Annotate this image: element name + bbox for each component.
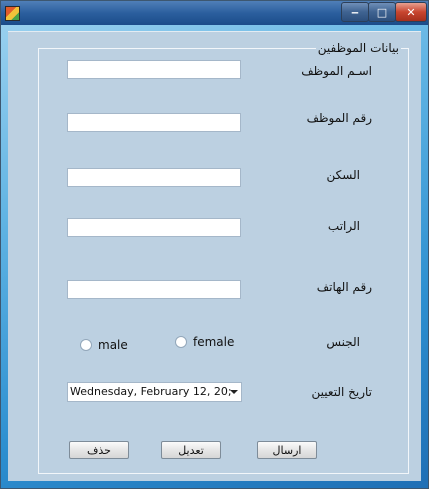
salary-input[interactable] bbox=[67, 218, 241, 237]
gender-label: الجنس bbox=[326, 335, 360, 349]
radio-circle-icon bbox=[80, 339, 92, 351]
maximize-button[interactable]: □ bbox=[368, 2, 396, 22]
employee-number-label: رقم الموظف bbox=[306, 111, 372, 125]
minimize-button[interactable]: ‒ bbox=[341, 2, 369, 22]
employee-name-label: اسـم الموظف bbox=[301, 64, 372, 78]
phone-label: رقم الهاتف bbox=[316, 280, 372, 294]
close-button[interactable]: ✕ bbox=[395, 2, 427, 22]
hire-date-picker[interactable]: Wednesday, February 12, 20; bbox=[67, 382, 242, 402]
employee-number-input[interactable] bbox=[67, 113, 241, 132]
gender-female-radio[interactable]: female bbox=[175, 335, 234, 349]
main-window: ‒ □ ✕ بيانات الموظفين اسـم الموظف رقم ال… bbox=[0, 0, 429, 489]
residence-input[interactable] bbox=[67, 168, 241, 187]
delete-button[interactable]: حذف bbox=[69, 441, 129, 459]
phone-input[interactable] bbox=[67, 280, 241, 299]
gender-female-label: female bbox=[193, 335, 235, 349]
radio-circle-icon bbox=[175, 336, 187, 348]
salary-label: الراتب bbox=[327, 219, 360, 233]
gender-male-radio[interactable]: male bbox=[80, 338, 128, 352]
hire-date-label: تاريخ التعيين bbox=[311, 385, 372, 399]
client-border bbox=[8, 31, 421, 32]
dropdown-arrow-icon[interactable] bbox=[230, 390, 238, 394]
edit-button[interactable]: تعديل bbox=[161, 441, 221, 459]
groupbox-title: بيانات الموظفين bbox=[315, 40, 401, 56]
app-icon bbox=[5, 6, 20, 21]
hire-date-value: Wednesday, February 12, 20; bbox=[70, 385, 232, 398]
title-bar[interactable]: ‒ □ ✕ bbox=[1, 1, 428, 25]
gender-male-label: male bbox=[98, 338, 128, 352]
residence-label: السكن bbox=[326, 168, 360, 182]
employee-name-input[interactable] bbox=[67, 60, 241, 79]
send-button[interactable]: ارسال bbox=[257, 441, 317, 459]
